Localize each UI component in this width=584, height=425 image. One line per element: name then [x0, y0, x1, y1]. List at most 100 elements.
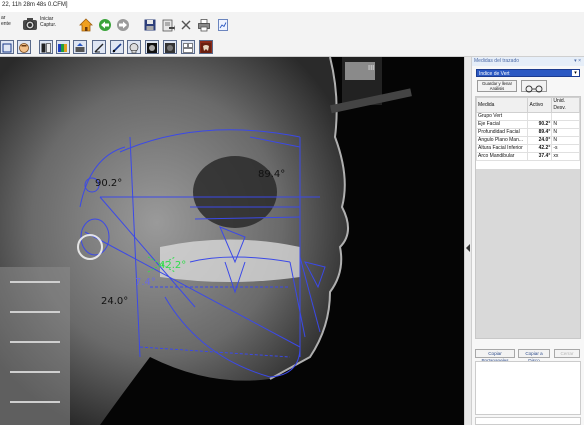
export-button[interactable]: [161, 18, 175, 32]
tray-button[interactable]: [73, 40, 87, 54]
facial-depth-angle-label: 89.4°: [258, 169, 286, 180]
tray-icon: [75, 43, 85, 52]
xray-icon: [147, 43, 157, 53]
save-and-fill-analysis-button[interactable]: Guardar y llenar Análisis: [477, 80, 517, 92]
measure-unit: -s: [551, 144, 580, 153]
image-toolbar: [0, 38, 584, 57]
measure-value: 90.2°: [527, 120, 553, 129]
chevron-down-icon[interactable]: ▾: [572, 70, 579, 76]
measure-unit: N: [551, 120, 580, 129]
frame-icon: [2, 43, 12, 53]
table-group-row[interactable]: Grupo Vert: [475, 112, 580, 121]
measure-name: Altura Facial Inferior: [475, 144, 529, 153]
panel-controls-icon[interactable]: ▾ ×: [574, 57, 581, 66]
xray-view-button[interactable]: [145, 40, 159, 54]
arrow-right-icon: [117, 19, 129, 31]
report-button[interactable]: [216, 18, 230, 32]
notes-area: [475, 361, 581, 415]
group-cell-empty: [527, 112, 553, 121]
face-icon: [19, 43, 29, 53]
close-button[interactable]: Cerrar: [554, 349, 580, 358]
home-icon: [79, 18, 93, 32]
ruler-marks: III: [368, 64, 375, 72]
measure-name: Ángulo Plano Man...: [475, 136, 529, 145]
measure-value: 42.2°: [527, 144, 553, 153]
analysis-select[interactable]: Indice de Vert ▾: [476, 69, 580, 77]
document-chart-icon: [218, 19, 228, 31]
partial-tool-label-bottom: ente: [1, 21, 11, 27]
table-header-row: Medida Activo Unid. Desv.: [475, 97, 580, 113]
ruler-icon: [94, 43, 104, 53]
photo-view-button[interactable]: [163, 40, 177, 54]
panel-title: Medidas del trazado: [474, 58, 520, 64]
floppy-disk-icon: [144, 19, 156, 31]
column-header-unit[interactable]: Unid. Desv.: [551, 97, 580, 113]
measure-unit: N: [551, 136, 580, 145]
document-export-icon: [162, 19, 175, 32]
measure-name: Eje Facial: [475, 120, 529, 129]
measure-value: 89.4°: [527, 128, 553, 137]
skull-icon: [129, 43, 139, 54]
save-button[interactable]: [143, 18, 157, 32]
glasses-icon: [525, 85, 543, 93]
delete-button[interactable]: [179, 18, 193, 32]
table-row[interactable]: Arco Mandibular 37.4° xx: [475, 152, 580, 161]
photo-icon: [165, 43, 175, 53]
panel-splitter[interactable]: [464, 57, 472, 425]
group-cell-empty: [551, 112, 580, 121]
measurements-table: Medida Activo Unid. Desv. Grupo Vert Eje…: [475, 96, 581, 339]
superimpose-button[interactable]: [127, 40, 141, 54]
facial-axis-angle-label: 90.2°: [95, 178, 123, 189]
analysis-select-value: Indice de Vert: [479, 71, 510, 77]
patient-button[interactable]: [17, 40, 31, 54]
column-header-measure[interactable]: Medida: [475, 97, 529, 113]
status-area: [475, 417, 581, 425]
measure-name: Profundidad Facial: [475, 128, 529, 137]
table-row[interactable]: Profundidad Facial 89.4° N: [475, 128, 580, 137]
table-row[interactable]: Ángulo Plano Man... 24.0° N: [475, 136, 580, 145]
close-icon: [181, 20, 191, 30]
model-view-button[interactable]: [199, 40, 213, 54]
copy-clipboard-button[interactable]: Copiar Portapapeles: [475, 349, 515, 363]
printer-icon: [198, 19, 210, 32]
arrow-left-icon: [99, 19, 111, 31]
panel-header: Medidas del trazado ▾ ×: [472, 57, 584, 66]
table-row[interactable]: Altura Facial Inferior 42.2° -s: [475, 144, 580, 153]
view-analysis-button[interactable]: [521, 80, 547, 93]
group-label: Grupo Vert: [475, 112, 529, 121]
mandibular-plane-angle-label: 24.0°: [101, 296, 129, 307]
copy-disk-button[interactable]: Copiar a Disco: [518, 349, 550, 363]
camera-icon: [23, 18, 37, 30]
measure-unit: xx: [551, 152, 580, 161]
forward-button[interactable]: [116, 18, 130, 32]
lower-face-height-label: 42.2°: [159, 260, 187, 271]
capture-label-bottom: Captur.: [40, 22, 57, 28]
window-title: 22, 11h 28m 48s 0.CFM]: [0, 0, 584, 12]
compare-button[interactable]: [39, 40, 53, 54]
tooth-model-icon: [201, 43, 211, 53]
pen-icon: [112, 43, 122, 53]
home-button[interactable]: [79, 18, 93, 32]
grid-layout-icon: [183, 43, 193, 53]
table-empty-area: [476, 169, 580, 338]
xray-viewport[interactable]: 90.2° 89.4° 42.2° 7.4° 24.0° III: [0, 57, 464, 425]
camera-capture-button[interactable]: [22, 16, 38, 32]
column-header-active[interactable]: Activo: [527, 97, 553, 113]
back-button[interactable]: [98, 18, 112, 32]
measure-unit: N: [551, 128, 580, 137]
trace-tool-button[interactable]: [110, 40, 124, 54]
save-button-line2: Análisis: [489, 85, 505, 91]
color-map-button[interactable]: [56, 40, 70, 54]
gradient-icon: [58, 44, 67, 52]
select-tool-button[interactable]: [0, 40, 14, 54]
collapse-arrow-icon[interactable]: [466, 244, 470, 252]
measure-name: Arco Mandibular: [475, 152, 529, 161]
layout-button[interactable]: [181, 40, 195, 54]
print-button[interactable]: [197, 18, 211, 32]
measure-value: 24.0°: [527, 136, 553, 145]
measure-value: 37.4°: [527, 152, 553, 161]
cephalometric-xray-image[interactable]: [0, 57, 464, 425]
measure-button[interactable]: [92, 40, 106, 54]
table-row[interactable]: Eje Facial 90.2° N: [475, 120, 580, 129]
split-view-icon: [41, 43, 51, 53]
